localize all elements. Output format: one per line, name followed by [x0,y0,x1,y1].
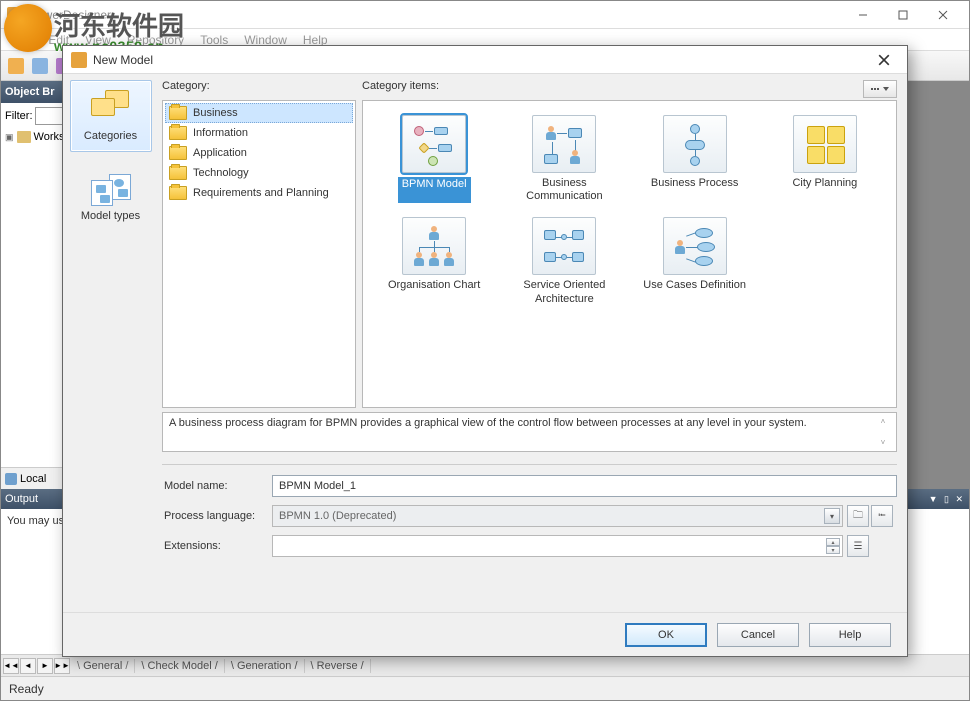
help-button[interactable]: Help [809,623,891,647]
extensions-input[interactable]: ▴▾ [272,535,843,557]
usecase-icon [663,217,727,275]
chevron-down-icon: ▾ [824,508,840,524]
folder-icon [169,186,187,200]
app-icon [7,7,23,23]
tab-nav-next[interactable]: ► [37,658,53,674]
view-mode-model-types[interactable]: Model types [70,162,152,234]
main-title-bar: PowerDesigner [1,1,969,29]
tab-reverse[interactable]: \ Reverse / [305,659,371,673]
description-scroll[interactable]: ˄˅ [876,417,890,447]
description-text: A business process diagram for BPMN prov… [169,417,876,447]
toolbar-button[interactable] [29,55,51,77]
extensions-spinner[interactable]: ▴▾ [826,538,840,554]
bottom-tab-bar: ◄◄ ◄ ► ►► \ General / \ Check Model / \ … [1,654,969,676]
view-mode-bar: Categories Model types [63,74,158,612]
filter-label: Filter: [5,110,33,122]
org-icon [402,217,466,275]
item-business-process[interactable]: Business Process [632,113,758,205]
dialog-close-button[interactable] [869,50,899,70]
maximize-button[interactable] [883,3,923,27]
item-soa[interactable]: Service Oriented Architecture [501,215,627,307]
panel-controls[interactable]: ▼ ▯ ✕ [929,494,965,505]
browse-folder-button[interactable]: 🗀 [847,505,869,527]
model-name-input[interactable] [272,475,897,497]
category-item-application[interactable]: Application [165,143,353,163]
list-icon: ☰ [854,541,863,552]
folder-icon [169,106,187,120]
category-list: Business Information Application Technol… [162,100,356,408]
model-form: Model name: Process language: BPMN 1.0 (… [162,475,897,557]
status-bar: Ready [1,676,969,700]
category-item-requirements[interactable]: Requirements and Planning [165,183,353,203]
folder-icon [169,146,187,160]
dialog-icon [71,52,87,68]
folder-icon [169,126,187,140]
category-item-technology[interactable]: Technology [165,163,353,183]
item-use-cases[interactable]: Use Cases Definition [632,215,758,307]
item-business-communication[interactable]: Business Communication [501,113,627,205]
tab-nav-first[interactable]: ◄◄ [3,658,19,674]
collapse-icon: ▣ [5,132,14,143]
items-label: Category items: [362,80,863,96]
edit-resource-button[interactable]: ⭰ [871,505,893,527]
comm-icon [532,115,596,173]
item-bpmn-model[interactable]: BPMN Model [371,113,497,205]
process-language-label: Process language: [162,510,272,522]
arrow-icon: ⭰ [878,508,886,525]
tab-nav-prev[interactable]: ◄ [20,658,36,674]
toolbar-button[interactable] [5,55,27,77]
tab-nav-last[interactable]: ►► [54,658,70,674]
local-icon [5,473,17,485]
output-message: You may use [7,515,70,527]
workspace-label: Works [34,131,65,143]
extensions-browse-button[interactable]: ☰ [847,535,869,557]
model-name-label: Model name: [162,480,272,492]
item-city-planning[interactable]: City Planning [762,113,888,205]
process-language-combo[interactable]: BPMN 1.0 (Deprecated) ▾ [272,505,843,527]
app-title: PowerDesigner [29,8,843,22]
tab-general[interactable]: \ General / [71,659,135,673]
soa-icon [532,217,596,275]
ok-button[interactable]: OK [625,623,707,647]
close-button[interactable] [923,3,963,27]
view-toggle-button[interactable] [863,80,897,98]
dialog-button-row: OK Cancel Help [63,612,907,656]
process-icon [663,115,727,173]
minimize-button[interactable] [843,3,883,27]
bpmn-icon [402,115,466,173]
status-text: Ready [9,682,44,696]
extensions-label: Extensions: [162,540,272,552]
tab-generation[interactable]: \ Generation / [225,659,305,673]
folder-icon [17,131,31,143]
city-icon [793,115,857,173]
new-model-dialog: New Model Categories Model types Categor… [62,45,908,657]
view-mode-categories[interactable]: Categories [70,80,152,152]
dialog-title: New Model [93,53,869,67]
cancel-button[interactable]: Cancel [717,623,799,647]
tab-check-model[interactable]: \ Check Model / [135,659,224,673]
dialog-title-bar[interactable]: New Model [63,46,907,74]
divider [162,464,897,465]
category-items-panel: BPMN Model [362,100,897,408]
folder-icon [169,166,187,180]
category-item-information[interactable]: Information [165,123,353,143]
item-organisation-chart[interactable]: Organisation Chart [371,215,497,307]
description-box: A business process diagram for BPMN prov… [162,412,897,452]
menu-file[interactable]: File [5,31,40,49]
category-label: Category: [162,80,362,96]
category-item-business[interactable]: Business [165,103,353,123]
folder-icon: 🗀 [853,508,863,525]
